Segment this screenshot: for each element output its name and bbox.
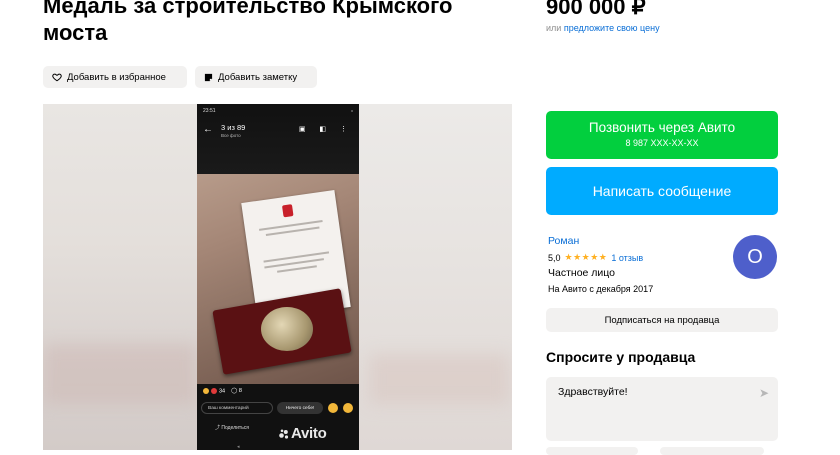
photo-blur-right: [359, 104, 512, 450]
listing-photo[interactable]: 23:51 ₗₗ ← 3 из 89 Все фото ▣ ◧ ⋮ 34 ◯ 8: [197, 104, 359, 450]
phone-status-bar: 23:51 ₗₗ: [203, 108, 353, 114]
add-note-label: Добавить заметку: [218, 71, 298, 83]
listing-title: Медаль за строительство Крымского моста: [43, 0, 453, 45]
add-to-favorites-label: Добавить в избранное: [67, 71, 166, 83]
phone-reactions: 34 ◯ 8: [203, 388, 242, 394]
call-button-phone: 8 987 XXX-XX-XX: [625, 138, 699, 148]
seller-avatar[interactable]: О: [733, 235, 777, 279]
quick-question-chip[interactable]: [660, 447, 764, 455]
arrow-left-icon: ←: [203, 124, 213, 135]
phone-share: ⤴ Поделиться: [215, 425, 250, 431]
ask-seller-heading: Спросите у продавца: [546, 349, 696, 365]
likes-count: 34: [203, 388, 225, 394]
seller-type: Частное лицо: [548, 267, 616, 279]
photo-gallery[interactable]: 23:51 ₗₗ ← 3 из 89 Все фото ▣ ◧ ⋮ 34 ◯ 8: [43, 104, 512, 450]
subscribe-seller-button[interactable]: Подписаться на продавца: [546, 308, 778, 332]
write-message-button[interactable]: Написать сообщение: [546, 167, 778, 215]
star-icons: ★★★★★: [564, 252, 608, 262]
quick-question-chip[interactable]: [546, 447, 638, 455]
photo-content: [197, 174, 359, 384]
avito-watermark: Avito: [279, 425, 327, 442]
add-to-favorites-button[interactable]: Добавить в избранное: [43, 66, 187, 88]
photo-counter: 3 из 89: [221, 123, 246, 132]
call-button-label: Позвонить через Авито: [588, 120, 736, 135]
heart-icon: [52, 73, 62, 82]
medal-image: [261, 307, 313, 351]
phone-reply-chip: Ничего себе!: [277, 402, 323, 414]
comments-count: ◯ 8: [231, 388, 242, 395]
price-offer-prefix: или: [546, 23, 562, 33]
listing-price: 900 000 ₽: [546, 0, 646, 19]
phone-status-time: 23:51: [203, 108, 216, 114]
message-input[interactable]: Здравствуйте! ➤: [546, 377, 778, 441]
phone-header-icons: ▣ ◧ ⋮: [298, 126, 353, 133]
offer-price-link[interactable]: предложите свою цену: [564, 23, 660, 33]
rating-value: 5,0: [548, 252, 561, 263]
emoji-icon: [343, 403, 353, 413]
coat-of-arms-icon: [281, 204, 294, 218]
photo-blur-left: [43, 104, 197, 450]
emoji-icon: [328, 403, 338, 413]
phone-photo-header: ← 3 из 89 Все фото ▣ ◧ ⋮: [203, 122, 353, 142]
seller-rating: 5,0 ★★★★★ 1 отзыв: [548, 252, 643, 263]
call-button[interactable]: Позвонить через Авито 8 987 XXX-XX-XX: [546, 111, 778, 159]
message-text: Здравствуйте!: [558, 386, 628, 398]
seller-name-link[interactable]: Роман: [548, 235, 579, 247]
all-photos-label: Все фото: [221, 133, 241, 138]
add-note-button[interactable]: Добавить заметку: [195, 66, 317, 88]
phone-nav-bar: ◂: [237, 444, 240, 450]
note-icon: [204, 73, 213, 81]
phone-status-signal: ₗₗ: [351, 108, 353, 114]
avito-logo-icon: [279, 429, 289, 439]
seller-since: На Авито с декабря 2017: [548, 284, 654, 294]
price-offer: или предложите свою цену: [546, 23, 660, 33]
phone-comment-input: Ваш комментарий: [201, 402, 273, 414]
reviews-link[interactable]: 1 отзыв: [611, 253, 643, 263]
send-icon[interactable]: ➤: [759, 386, 769, 400]
